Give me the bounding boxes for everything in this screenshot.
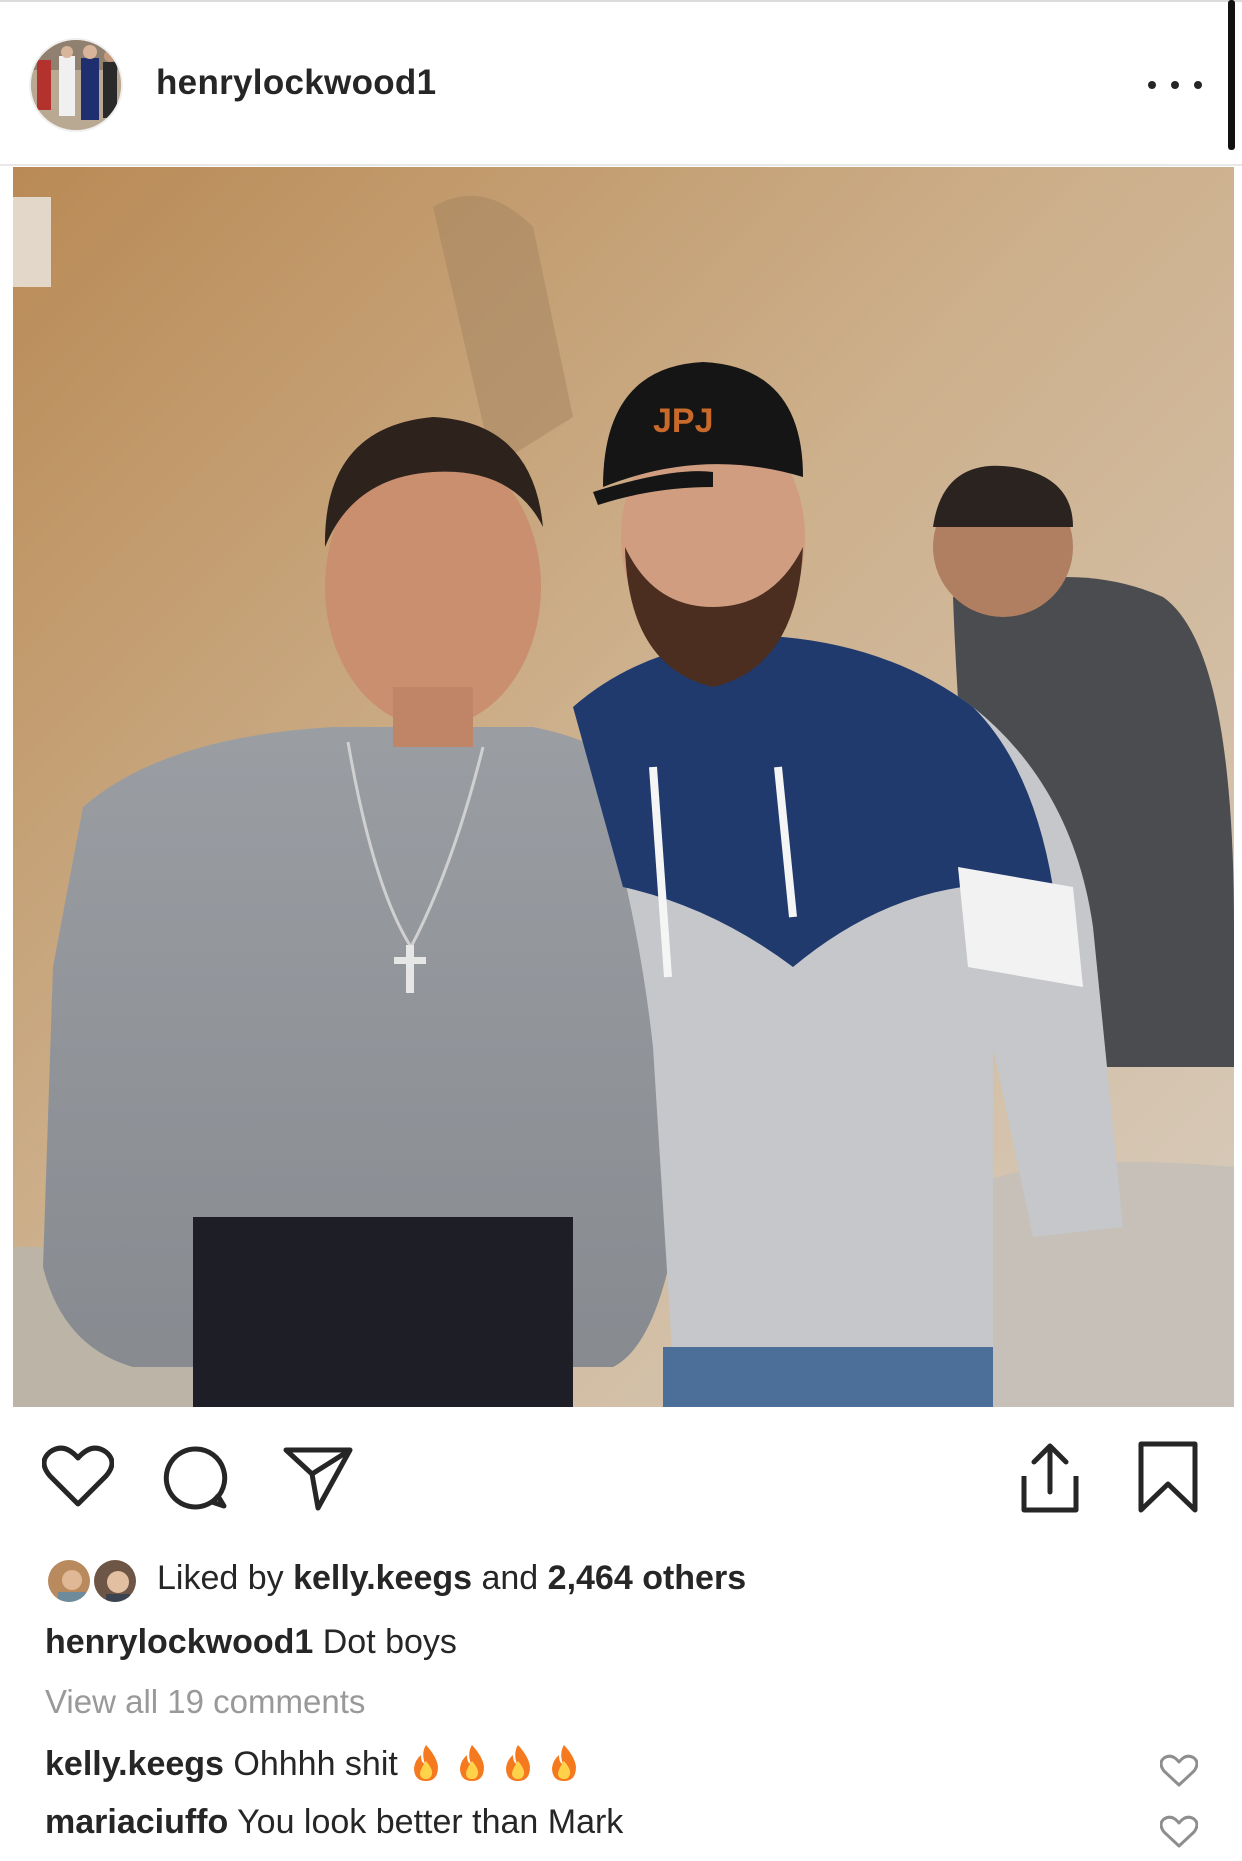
post-actions	[0, 1430, 1242, 1520]
post-username[interactable]: henrylockwood1	[156, 63, 436, 103]
scrollbar[interactable]	[1228, 0, 1235, 150]
caption-text: Dot boys	[322, 1623, 457, 1661]
comment-username[interactable]: mariaciuffo	[45, 1803, 228, 1841]
post-photo[interactable]: JPJ	[13, 167, 1234, 1407]
fire-emoji-icon	[545, 1743, 583, 1783]
comment-username[interactable]: kelly.keegs	[45, 1745, 224, 1783]
comment-like-heart-icon[interactable]	[1159, 1754, 1199, 1793]
liker-avatar[interactable]	[91, 1557, 139, 1605]
likes-count[interactable]: 2,464 others	[548, 1559, 746, 1597]
paper-plane-icon[interactable]	[282, 1444, 354, 1517]
comment-text: You look better than Mark	[237, 1803, 624, 1841]
fire-emoji-icon	[499, 1743, 537, 1783]
share-upload-icon[interactable]	[1018, 1440, 1082, 1519]
likes-summary: Liked by kelly.keegs and 2,464 others	[157, 1559, 746, 1598]
comment-bubble-icon[interactable]	[162, 1444, 230, 1517]
comment-row: kelly.keegs Ohhhh shit	[45, 1743, 591, 1784]
comment-row: mariaciuffo You look better than Mark	[45, 1803, 623, 1842]
top-divider	[0, 0, 1242, 8]
liker-avatar[interactable]	[45, 1557, 93, 1605]
likes-middle: and	[472, 1559, 548, 1597]
heart-outline-icon[interactable]	[41, 1444, 115, 1513]
comment-like-heart-icon[interactable]	[1159, 1815, 1199, 1854]
fire-emoji-icon	[407, 1743, 445, 1783]
comment-text: Ohhhh shit	[233, 1745, 398, 1783]
fire-emoji-icon	[453, 1743, 491, 1783]
likes-row: Liked by kelly.keegs and 2,464 others	[45, 1553, 1195, 1609]
svg-text:JPJ: JPJ	[653, 402, 714, 440]
liker-username[interactable]: kelly.keegs	[293, 1559, 472, 1597]
bookmark-outline-icon[interactable]	[1137, 1440, 1199, 1519]
view-all-comments-link[interactable]: View all 19 comments	[45, 1683, 365, 1721]
post-caption: henrylockwood1 Dot boys	[45, 1623, 457, 1662]
more-options-icon[interactable]	[1148, 70, 1202, 100]
profile-avatar[interactable]	[29, 38, 123, 132]
comment-emoji	[407, 1745, 591, 1783]
likes-prefix: Liked by	[157, 1559, 294, 1597]
caption-username[interactable]: henrylockwood1	[45, 1623, 313, 1661]
post-header: henrylockwood1	[0, 8, 1242, 166]
